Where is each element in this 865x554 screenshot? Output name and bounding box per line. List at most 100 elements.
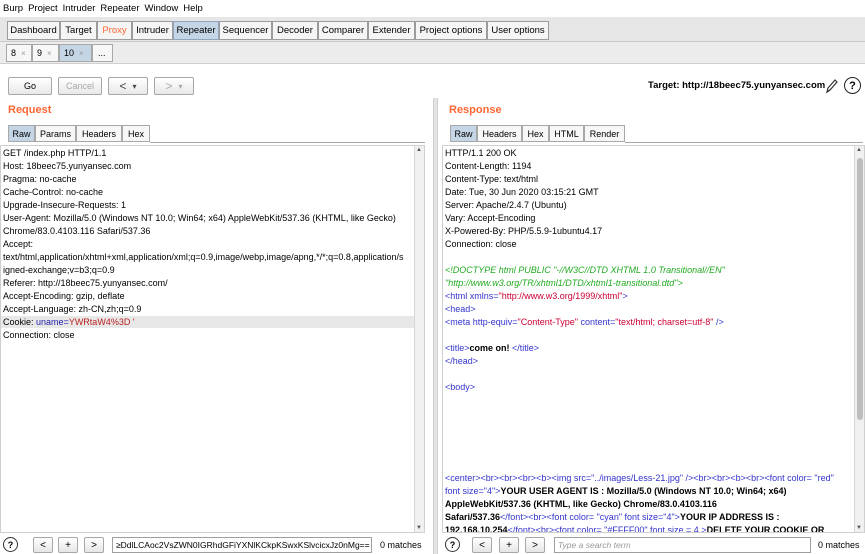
tab-project-options[interactable]: Project options: [415, 21, 487, 40]
go-button[interactable]: Go: [8, 77, 52, 95]
request-tab-params[interactable]: Params: [35, 125, 76, 142]
repeater-tab-10[interactable]: 10 ×: [59, 44, 92, 62]
title-tag-line: <title>come on! </title>: [445, 342, 539, 354]
head-tag-line: <head>: [445, 304, 476, 314]
response-scrollbar[interactable]: ▲ ▼: [854, 146, 864, 532]
back-button[interactable]: < ▾: [108, 77, 148, 95]
request-editor[interactable]: GET /index.php HTTP/1.1 Host: 18beec75.y…: [0, 145, 425, 533]
response-search-input[interactable]: Type a search term: [554, 537, 811, 553]
menu-help[interactable]: Help: [183, 3, 203, 14]
repeater-tab-8[interactable]: 8 ×: [6, 44, 32, 62]
body-text: 192.168.10.254: [445, 525, 508, 533]
help-icon[interactable]: ?: [445, 537, 460, 552]
response-tab-headers[interactable]: Headers: [477, 125, 522, 142]
request-tab-raw[interactable]: Raw: [8, 125, 35, 142]
html-attr-value: "http://www.w3.org/1999/xhtml": [498, 291, 623, 301]
menu-window[interactable]: Window: [145, 3, 179, 14]
menu-bar: Burp Project Intruder Repeater Window He…: [0, 0, 865, 17]
body-tag-line: <body>: [445, 382, 476, 392]
help-icon[interactable]: ?: [3, 537, 18, 552]
html-attr-value: "text/html; charset=utf-8": [615, 317, 714, 327]
menu-repeater[interactable]: Repeater: [100, 3, 139, 14]
response-header-line: Vary: Accept-Encoding: [445, 213, 536, 223]
scroll-down-icon[interactable]: ▼: [416, 525, 422, 531]
center-line: AppleWebKit/537.36 (KHTML, like Gecko) C…: [445, 499, 717, 509]
request-line: GET /index.php HTTP/1.1: [3, 148, 107, 158]
html-tag: font size="4">: [445, 486, 501, 496]
tab-user-options[interactable]: User options: [487, 21, 549, 40]
html-tag: <title>: [445, 343, 470, 353]
pencil-icon[interactable]: [825, 78, 839, 94]
request-line: Upgrade-Insecure-Requests: 1: [3, 200, 127, 210]
head-close-line: </head>: [445, 356, 479, 366]
response-match-count: 0 matches: [818, 540, 860, 550]
request-tab-headers[interactable]: Headers: [76, 125, 122, 142]
html-tag: </title>: [512, 343, 540, 353]
help-icon[interactable]: ?: [844, 77, 861, 94]
search-add-button[interactable]: +: [58, 537, 78, 553]
pane-splitter[interactable]: [433, 98, 438, 554]
tab-extender[interactable]: Extender: [368, 21, 415, 40]
html-attr: content=: [577, 317, 616, 327]
title-text: come on!: [469, 343, 513, 353]
request-line: Accept:: [3, 239, 34, 249]
search-next-button[interactable]: >: [84, 537, 104, 553]
response-header-line: Server: Apache/2.4.7 (Ubuntu): [445, 200, 567, 210]
response-tab-render[interactable]: Render: [584, 125, 625, 142]
tab-proxy[interactable]: Proxy: [97, 21, 132, 40]
menu-intruder[interactable]: Intruder: [63, 3, 96, 14]
tab-intruder[interactable]: Intruder: [132, 21, 173, 40]
repeater-tab-new[interactable]: ...: [92, 44, 113, 62]
request-line: Chrome/83.0.4103.116 Safari/537.36: [3, 226, 151, 236]
scroll-thumb[interactable]: [857, 158, 863, 420]
response-tab-html[interactable]: HTML: [549, 125, 584, 142]
response-header-line: HTTP/1.1 200 OK: [445, 148, 517, 158]
scroll-up-icon[interactable]: ▲: [856, 147, 862, 153]
request-scrollbar[interactable]: ▲ ▼: [414, 146, 424, 532]
tab-repeater[interactable]: Repeater: [173, 21, 219, 40]
menu-project[interactable]: Project: [28, 3, 58, 14]
response-tab-raw[interactable]: Raw: [450, 125, 477, 142]
html-tag: </font><br><font color= "cyan" font size…: [500, 512, 680, 522]
tab-decoder[interactable]: Decoder: [272, 21, 318, 40]
response-header-line: Connection: close: [445, 239, 517, 249]
tab-comparer[interactable]: Comparer: [318, 21, 368, 40]
request-line: User-Agent: Mozilla/5.0 (Windows NT 10.0…: [3, 213, 396, 223]
request-tab-hex[interactable]: Hex: [122, 125, 150, 142]
request-search-input[interactable]: ≥DdlLCAoc2VsZWN0IGRhdGFiYXNlKCkpKSwxKSlv…: [112, 537, 372, 553]
body-text: DELETE YOUR COOKIE OR: [706, 525, 825, 533]
request-line: Accept-Language: zh-CN,zh;q=0.9: [3, 304, 142, 314]
repeater-tab-9[interactable]: 9 ×: [32, 44, 59, 62]
close-icon[interactable]: ×: [79, 49, 84, 58]
tab-target[interactable]: Target: [60, 21, 97, 40]
center-line: 192.168.10.254</font><br><font color= "#…: [445, 524, 825, 533]
doctype-line: "http://www.w3.org/TR/xhtml1/DTD/xhtml1-…: [445, 278, 683, 288]
html-tag: </font><br><font color= "#FFFF00" font s…: [507, 525, 707, 533]
tab-sequencer[interactable]: Sequencer: [219, 21, 272, 40]
menu-burp[interactable]: Burp: [3, 3, 23, 14]
cancel-button[interactable]: Cancel: [58, 77, 102, 95]
chevron-down-icon: ▾: [178, 81, 183, 91]
forward-button[interactable]: > ▾: [154, 77, 194, 95]
body-text: YOUR IP ADDRESS IS :: [679, 512, 780, 522]
tab-dashboard[interactable]: Dashboard: [7, 21, 60, 40]
doctype-line: <!DOCTYPE html PUBLIC "-//W3C//DTD XHTML…: [445, 265, 725, 275]
scroll-down-icon[interactable]: ▼: [856, 525, 862, 531]
close-icon[interactable]: ×: [21, 49, 26, 58]
scroll-up-icon[interactable]: ▲: [416, 147, 422, 153]
search-prev-button[interactable]: <: [472, 537, 492, 553]
search-next-button[interactable]: >: [525, 537, 545, 553]
close-icon[interactable]: ×: [47, 49, 52, 58]
center-line: <center><br><br><br><b><img src="../imag…: [445, 473, 834, 483]
search-add-button[interactable]: +: [499, 537, 519, 553]
html-tag: <html: [445, 291, 468, 301]
request-line: text/html,application/xhtml+xml,applicat…: [3, 252, 404, 262]
search-prev-button[interactable]: <: [33, 537, 53, 553]
response-tab-hex[interactable]: Hex: [522, 125, 549, 142]
response-editor[interactable]: HTTP/1.1 200 OK Content-Length: 1194 Con…: [442, 145, 865, 533]
target-label: Target: http://18beec75.yunyansec.com: [648, 80, 826, 91]
request-line: Host: 18beec75.yunyansec.com: [3, 161, 132, 171]
request-line: Cache-Control: no-cache: [3, 187, 104, 197]
response-header-line: X-Powered-By: PHP/5.5.9-1ubuntu4.17: [445, 226, 603, 236]
request-cookie-line: Cookie: uname=YWRtaW4%3D ': [1, 316, 416, 328]
